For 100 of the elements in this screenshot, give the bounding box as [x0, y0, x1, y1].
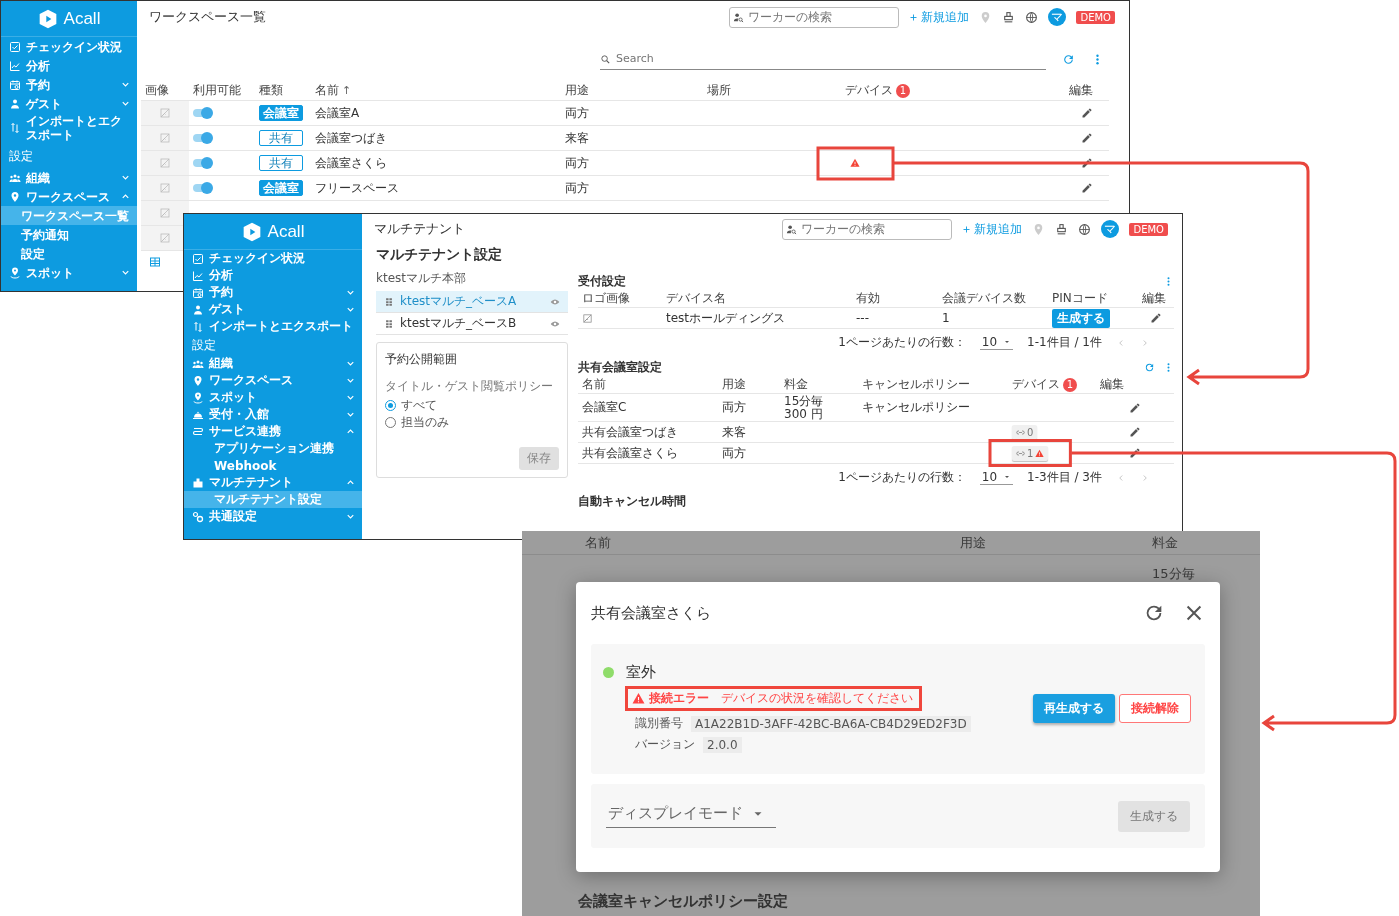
id-value: A1A22B1D-3AFF-42BC-BA6A-CB4D29ED2F3D — [691, 715, 971, 732]
nav-item[interactable]: ゲスト — [1, 94, 137, 113]
nav-item[interactable]: スポット — [184, 389, 362, 406]
table-cell-text: 両方 — [721, 401, 747, 414]
nav-item[interactable]: 組織 — [1, 168, 137, 187]
nav-item[interactable]: 受付・入館 — [184, 406, 362, 423]
search-field[interactable]: ワーカーの検索 — [729, 6, 900, 28]
column-header: 有効 — [856, 290, 880, 307]
section-title: 共有会議室設定 — [578, 358, 663, 376]
page-size-select[interactable]: 10 — [979, 335, 1014, 350]
nav-item[interactable]: アプリケーション連携 — [184, 440, 362, 457]
device-chip[interactable]: 1 — [1012, 445, 1049, 461]
nav-item[interactable]: インポートとエクスポート — [1, 113, 137, 143]
table-cell-text: testホールディングス — [665, 311, 787, 325]
nav-item[interactable]: スポット — [1, 263, 137, 282]
nav-item[interactable]: ワークスペース — [1, 187, 137, 206]
column-header: 利用可能 — [193, 82, 241, 99]
nav-item[interactable]: 組織 — [184, 355, 362, 372]
nav-item[interactable]: 分析 — [184, 267, 362, 284]
disconnect-button[interactable]: 接続解除 — [1119, 693, 1191, 723]
option-label: すべて — [401, 397, 437, 414]
column-header: 用途 — [722, 376, 746, 393]
column-header: 料金 — [784, 376, 808, 393]
table-cell-text: 両方 — [564, 154, 590, 172]
search-field[interactable]: ワーカーの検索 — [782, 218, 953, 240]
nav-item[interactable]: 予約 — [184, 284, 362, 301]
dialog-title: 共有会議室さくら — [591, 603, 712, 623]
column-header: 編集 — [1142, 290, 1166, 307]
page-title: ワークスペース一覧 — [149, 8, 267, 26]
nav-item[interactable]: 予約 — [1, 75, 137, 94]
table-cell-text: フリースペース — [314, 179, 400, 197]
rows-per-page-label: 1ページあたりの行数： — [838, 469, 966, 486]
nav-item[interactable]: ワークスペース一覧 — [1, 206, 137, 225]
nav-item[interactable]: チェックイン状況 — [1, 37, 137, 56]
option-label: 担当のみ — [401, 414, 449, 431]
column-header: 編集 — [1069, 82, 1093, 99]
table-cell-text: 1 — [941, 311, 951, 325]
table-cell-text: 来客 — [721, 425, 747, 439]
section-label: 設定 — [191, 337, 217, 354]
nav-item[interactable]: マルチテナント設定 — [184, 491, 362, 508]
column-header: デバイス — [845, 82, 893, 99]
group-label: ktestマルチ本部 — [376, 270, 467, 287]
table-cell-text: 会議室C — [581, 401, 628, 414]
column-header: 名前 — [582, 376, 606, 393]
list-item[interactable]: ktestマルチ_ベースA — [376, 291, 568, 313]
page-size-select[interactable]: 10 — [979, 470, 1014, 485]
table-cell-text: 両方 — [564, 104, 590, 122]
section-label: 設定 — [8, 148, 34, 165]
nav-item[interactable]: 共通設定 — [184, 508, 362, 525]
nav-item[interactable]: 分析 — [1, 56, 137, 75]
device-name: 室外 — [626, 663, 656, 682]
nav-item[interactable]: 予約通知 — [1, 225, 137, 244]
nav-item[interactable]: ワークスペース — [184, 372, 362, 389]
display-mode-select[interactable]: ディスプレイモード — [606, 804, 776, 828]
table-cell-text: 両方 — [564, 179, 590, 197]
card-title: 予約公開範囲 — [385, 351, 458, 368]
list-item[interactable]: ktestマルチ_ベースB — [376, 313, 568, 335]
type-tag: 共有 — [259, 130, 303, 146]
table-cell-text: 共有会議室さくら — [581, 446, 679, 460]
avatar[interactable]: マ — [1101, 220, 1120, 238]
type-tag: 会議室 — [259, 180, 303, 196]
section-title: 会議室キャンセルポリシー設定 — [577, 892, 789, 912]
generate-button[interactable]: 生成する — [1052, 308, 1110, 328]
table-cell-text: 会議室さくら — [314, 154, 388, 172]
column-header: デバイス名 — [666, 290, 726, 307]
add-link[interactable]: 新規追加 — [909, 8, 970, 26]
regenerate-button[interactable]: 再生成する — [1033, 693, 1115, 723]
column-header: キャンセルポリシー — [862, 376, 970, 393]
search-field[interactable]: Search — [600, 48, 1046, 70]
column-header: 用途 — [565, 82, 589, 99]
rows-per-page-label: 1ページあたりの行数： — [838, 334, 966, 351]
nav-item[interactable]: チェックイン状況 — [184, 250, 362, 267]
avatar[interactable]: マ — [1048, 8, 1067, 26]
column-header: ロゴ画像 — [582, 290, 630, 307]
add-link[interactable]: 新規追加 — [962, 220, 1023, 238]
nav-item[interactable]: インポートとエクスポート — [184, 318, 362, 335]
table-cell-text: 両方 — [721, 446, 747, 460]
column-header: PINコード — [1052, 290, 1108, 307]
id-label: 識別番号 — [635, 715, 683, 732]
table-cell-text: --- — [855, 311, 870, 325]
type-tag: 会議室 — [259, 105, 303, 121]
page-heading: マルチテナント設定 — [375, 245, 503, 264]
table-cell-text: キャンセルポリシー — [861, 401, 971, 414]
sort-arrow: ↑ — [342, 84, 352, 97]
nav-item[interactable]: 設定 — [1, 244, 137, 263]
page-range: 1-3件目 / 3件 — [1027, 469, 1102, 486]
column-header: デバイス — [1012, 376, 1060, 393]
count-badge: 1 — [1063, 377, 1077, 392]
logo-text: Acall — [63, 8, 101, 29]
section-title: 受付設定 — [578, 272, 627, 290]
nav-item[interactable]: Webhook — [184, 457, 362, 474]
nav-item[interactable]: サービス連携 — [184, 423, 362, 440]
version-value: 2.0.0 — [703, 736, 742, 753]
nav-item[interactable]: ゲスト — [184, 301, 362, 318]
error-message: 接続エラー デバイスの状況を確認してください — [649, 690, 913, 707]
demo-badge: DEMO — [1076, 10, 1115, 24]
count-badge: 1 — [896, 83, 910, 98]
field-label: タイトル・ゲスト閲覧ポリシー — [385, 378, 554, 395]
nav-item[interactable]: マルチテナント — [184, 474, 362, 491]
device-chip[interactable]: 0 — [1012, 424, 1038, 440]
